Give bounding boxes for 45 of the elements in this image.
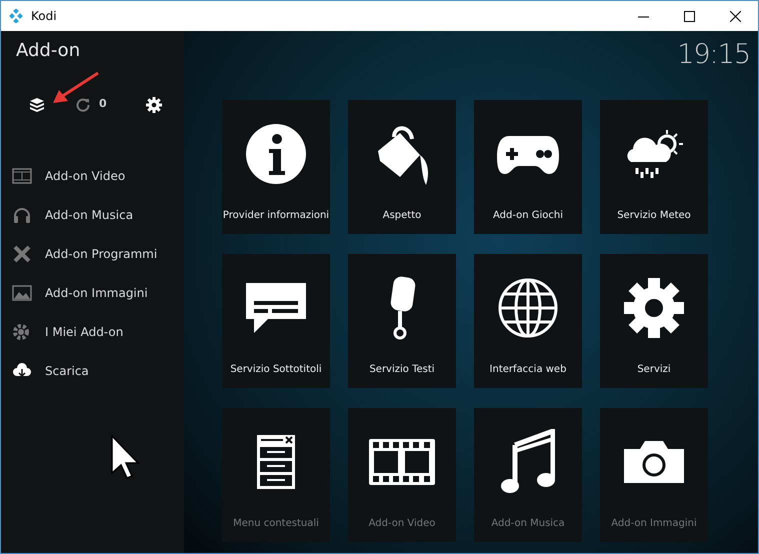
close-icon <box>730 10 740 22</box>
subtitles-icon <box>244 281 308 335</box>
sidebar-item[interactable]: Add-on Video <box>1 156 184 195</box>
refresh-icon <box>76 98 90 112</box>
logo-icon <box>9 9 23 23</box>
addon-tile[interactable]: Menu contestuali <box>222 408 330 542</box>
maximize-icon <box>684 10 694 22</box>
sidebar-item[interactable]: Add-on Immagini <box>1 273 184 312</box>
addon-tile[interactable]: Add-on Giochi <box>474 100 582 234</box>
picture-icon <box>12 284 32 300</box>
sidebar-item[interactable]: Add-on Musica <box>1 195 184 234</box>
addon-tile[interactable]: Add-on Immagini <box>600 408 708 542</box>
addon-tile[interactable]: Add-on Musica <box>474 408 582 542</box>
addon-tile[interactable]: Servizi <box>600 254 708 388</box>
film-icon <box>12 168 32 184</box>
box-icon <box>29 98 45 112</box>
addon-tile[interactable]: Servizio Sottotitoli <box>222 254 330 388</box>
gear-icon <box>623 277 685 339</box>
addon-tile[interactable]: Servizio Testi <box>348 254 456 388</box>
addon-tile[interactable]: Aspetto <box>348 100 456 234</box>
gamepad-icon <box>497 134 559 174</box>
sidebar-item[interactable]: I Miei Add-on <box>1 312 184 351</box>
addon-tile[interactable]: Add-on Video <box>348 408 456 542</box>
mouse-pointer-icon <box>111 435 141 479</box>
sidebar-item[interactable]: Add-on Programmi <box>1 234 184 273</box>
settings-icon <box>146 96 162 113</box>
clock: 19:15 <box>677 38 750 72</box>
addon-tile[interactable]: Provider informazioni <box>222 100 330 234</box>
music-note-icon <box>501 429 555 495</box>
camera-icon <box>622 439 686 485</box>
addon-tile[interactable]: Interfaccia web <box>474 254 582 388</box>
cloud-download-icon <box>12 362 32 378</box>
annotation-arrow <box>51 71 101 105</box>
sidebar-item[interactable]: Scarica <box>1 351 184 390</box>
globe-icon <box>497 277 559 339</box>
headphones-icon <box>13 206 31 222</box>
context-menu-icon <box>256 434 296 490</box>
update-count: 0 <box>99 96 107 112</box>
filmstrip-icon <box>369 439 435 485</box>
gears-icon <box>12 322 32 340</box>
window-title: Kodi <box>31 8 57 25</box>
info-icon <box>245 123 307 185</box>
addon-tile[interactable]: Servizio Meteo <box>600 100 708 234</box>
tools-icon <box>13 244 31 262</box>
page-title: Add-on <box>15 39 82 63</box>
